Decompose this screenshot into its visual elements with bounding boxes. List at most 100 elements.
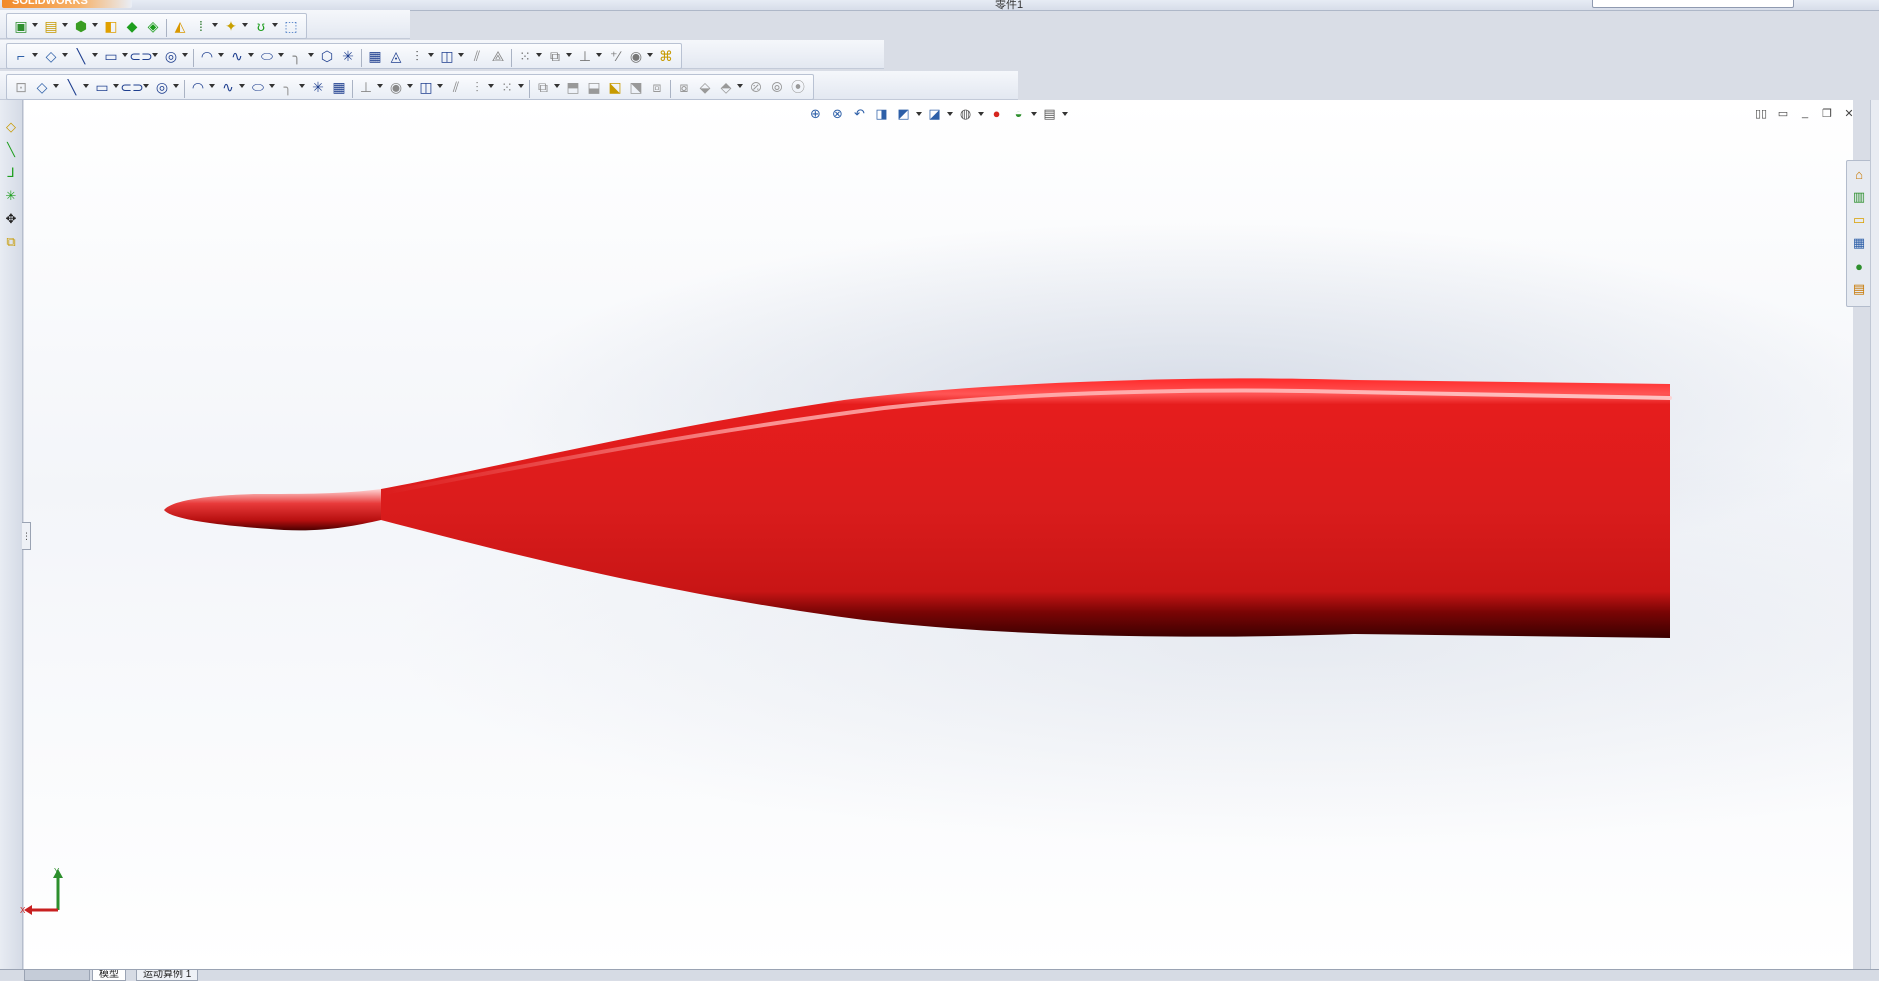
- chevron-down-icon[interactable]: [32, 53, 38, 57]
- mirror-3d-button[interactable]: ⫶: [467, 77, 487, 97]
- chevron-down-icon[interactable]: [647, 53, 653, 57]
- chevron-down-icon[interactable]: [1062, 112, 1068, 116]
- point-3d-button[interactable]: ✳: [308, 77, 328, 97]
- cut-surface-button[interactable]: ⬘: [716, 77, 736, 97]
- chevron-down-icon[interactable]: [518, 84, 524, 88]
- graphics-area[interactable]: [24, 100, 1853, 969]
- design-library-icon[interactable]: ▥: [1849, 187, 1869, 207]
- slot-3d-button[interactable]: ⊂⊃: [120, 77, 143, 97]
- move-button[interactable]: ⧉: [545, 46, 565, 66]
- spline-button[interactable]: ∿: [227, 46, 247, 66]
- view-orientation-icon[interactable]: ◩: [894, 104, 913, 123]
- instant3d-button[interactable]: ⬚: [281, 16, 301, 36]
- rectangle-3d-button[interactable]: ▭: [92, 77, 112, 97]
- chevron-down-icon[interactable]: [437, 84, 443, 88]
- sketch-button[interactable]: ⌐: [11, 46, 31, 66]
- chevron-down-icon[interactable]: [62, 53, 68, 57]
- offset-button[interactable]: ⫽: [467, 46, 487, 66]
- solidworks-resources-icon[interactable]: ⌂: [1849, 164, 1869, 184]
- chevron-down-icon[interactable]: [32, 23, 38, 27]
- convert-button[interactable]: ◫: [437, 46, 457, 66]
- chevron-down-icon[interactable]: [269, 84, 275, 88]
- surface-button[interactable]: ⬒: [563, 77, 583, 97]
- chevron-down-icon[interactable]: [218, 53, 224, 57]
- chevron-down-icon[interactable]: [122, 53, 128, 57]
- triangle-button[interactable]: ⟁: [488, 46, 508, 66]
- chevron-down-icon[interactable]: [209, 84, 215, 88]
- move-left-icon[interactable]: ✥: [2, 210, 20, 228]
- custom-properties-icon[interactable]: ▤: [1849, 279, 1869, 299]
- view-settings-icon[interactable]: ▤: [1040, 104, 1059, 123]
- chevron-down-icon[interactable]: [83, 84, 89, 88]
- chevron-down-icon[interactable]: [737, 84, 743, 88]
- line-3d-button[interactable]: ╲: [62, 77, 82, 97]
- offset-3d-button[interactable]: ⫽: [446, 77, 466, 97]
- chevron-down-icon[interactable]: [143, 84, 149, 88]
- view-palette-icon[interactable]: ▦: [1849, 233, 1869, 253]
- chevron-down-icon[interactable]: [458, 53, 464, 57]
- tile-vertical-icon[interactable]: ▭: [1776, 106, 1790, 120]
- rectangle-button[interactable]: ▭: [101, 46, 121, 66]
- plane-button[interactable]: ◬: [386, 46, 406, 66]
- point-button[interactable]: ✳: [338, 46, 358, 66]
- surface-loft-button[interactable]: ⬓: [584, 77, 604, 97]
- search-input[interactable]: [1592, 0, 1794, 8]
- tile-horizontal-icon[interactable]: ▯▯: [1754, 106, 1768, 120]
- chevron-down-icon[interactable]: [554, 84, 560, 88]
- fillet-3d-button[interactable]: ╮: [278, 77, 298, 97]
- tab-motion-study[interactable]: 运动算例 1: [136, 970, 199, 981]
- pattern-3d-button[interactable]: ⁙: [497, 77, 517, 97]
- smart-dimension-3d-button[interactable]: ◇: [32, 77, 52, 97]
- scene-icon[interactable]: ◒: [1009, 104, 1028, 123]
- smart-dimension-button[interactable]: ◇: [41, 46, 61, 66]
- chevron-down-icon[interactable]: [1031, 112, 1037, 116]
- polygon-button[interactable]: ⬡: [317, 46, 337, 66]
- display-button[interactable]: ◉: [626, 46, 646, 66]
- chevron-down-icon[interactable]: [916, 112, 922, 116]
- replace-face-button[interactable]: ⦼: [746, 77, 766, 97]
- chevron-down-icon[interactable]: [308, 53, 314, 57]
- slot-button[interactable]: ⊂⊃: [129, 46, 152, 66]
- chevron-down-icon[interactable]: [566, 53, 572, 57]
- chevron-down-icon[interactable]: [299, 84, 305, 88]
- thicken-button[interactable]: ⬙: [695, 77, 715, 97]
- zoom-area-icon[interactable]: ⊗: [828, 104, 847, 123]
- chevron-down-icon[interactable]: [978, 112, 984, 116]
- surface-knit-button[interactable]: ⧇: [674, 77, 694, 97]
- smart-dimension-left-icon[interactable]: ◇: [2, 118, 20, 136]
- restore-icon[interactable]: ❐: [1820, 106, 1834, 120]
- appearance-icon[interactable]: ●: [987, 104, 1006, 123]
- linear-pattern-button[interactable]: ⁙: [515, 46, 535, 66]
- chevron-down-icon[interactable]: [947, 112, 953, 116]
- blade-model[interactable]: [164, 378, 1672, 638]
- chevron-down-icon[interactable]: [92, 53, 98, 57]
- chevron-down-icon[interactable]: [278, 53, 284, 57]
- chevron-down-icon[interactable]: [92, 23, 98, 27]
- convert-3d-button[interactable]: ◫: [416, 77, 436, 97]
- zoom-to-fit-icon[interactable]: ⊕: [806, 104, 825, 123]
- chevron-down-icon[interactable]: [242, 23, 248, 27]
- chevron-down-icon[interactable]: [239, 84, 245, 88]
- repair-button[interactable]: ⁺∕: [605, 46, 625, 66]
- chevron-down-icon[interactable]: [428, 53, 434, 57]
- text-button[interactable]: ▦: [365, 46, 385, 66]
- arc-button[interactable]: ◠: [197, 46, 217, 66]
- surface-fill-button[interactable]: ⬕: [605, 77, 625, 97]
- new-button[interactable]: ▣: [11, 16, 31, 36]
- solidworks-logo[interactable]: SOLIDWORKS: [2, 0, 132, 8]
- relations-3d-button[interactable]: ⊥: [356, 77, 376, 97]
- chevron-down-icon[interactable]: [152, 53, 158, 57]
- chevron-down-icon[interactable]: [62, 23, 68, 27]
- point-left-icon[interactable]: ✳: [2, 187, 20, 205]
- tab-scroll-buttons[interactable]: [24, 970, 90, 981]
- chevron-down-icon[interactable]: [536, 53, 542, 57]
- chevron-down-icon[interactable]: [248, 53, 254, 57]
- revolve-button[interactable]: ◆: [122, 16, 142, 36]
- chevron-down-icon[interactable]: [182, 53, 188, 57]
- rapid-sketch-button[interactable]: ⌘: [656, 46, 676, 66]
- 3d-sketch-button[interactable]: ⊡: [11, 77, 31, 97]
- model-canvas[interactable]: [24, 100, 1853, 969]
- ellipse-3d-button[interactable]: ⬭: [248, 77, 268, 97]
- chevron-down-icon[interactable]: [596, 53, 602, 57]
- reference-button[interactable]: ✦: [221, 16, 241, 36]
